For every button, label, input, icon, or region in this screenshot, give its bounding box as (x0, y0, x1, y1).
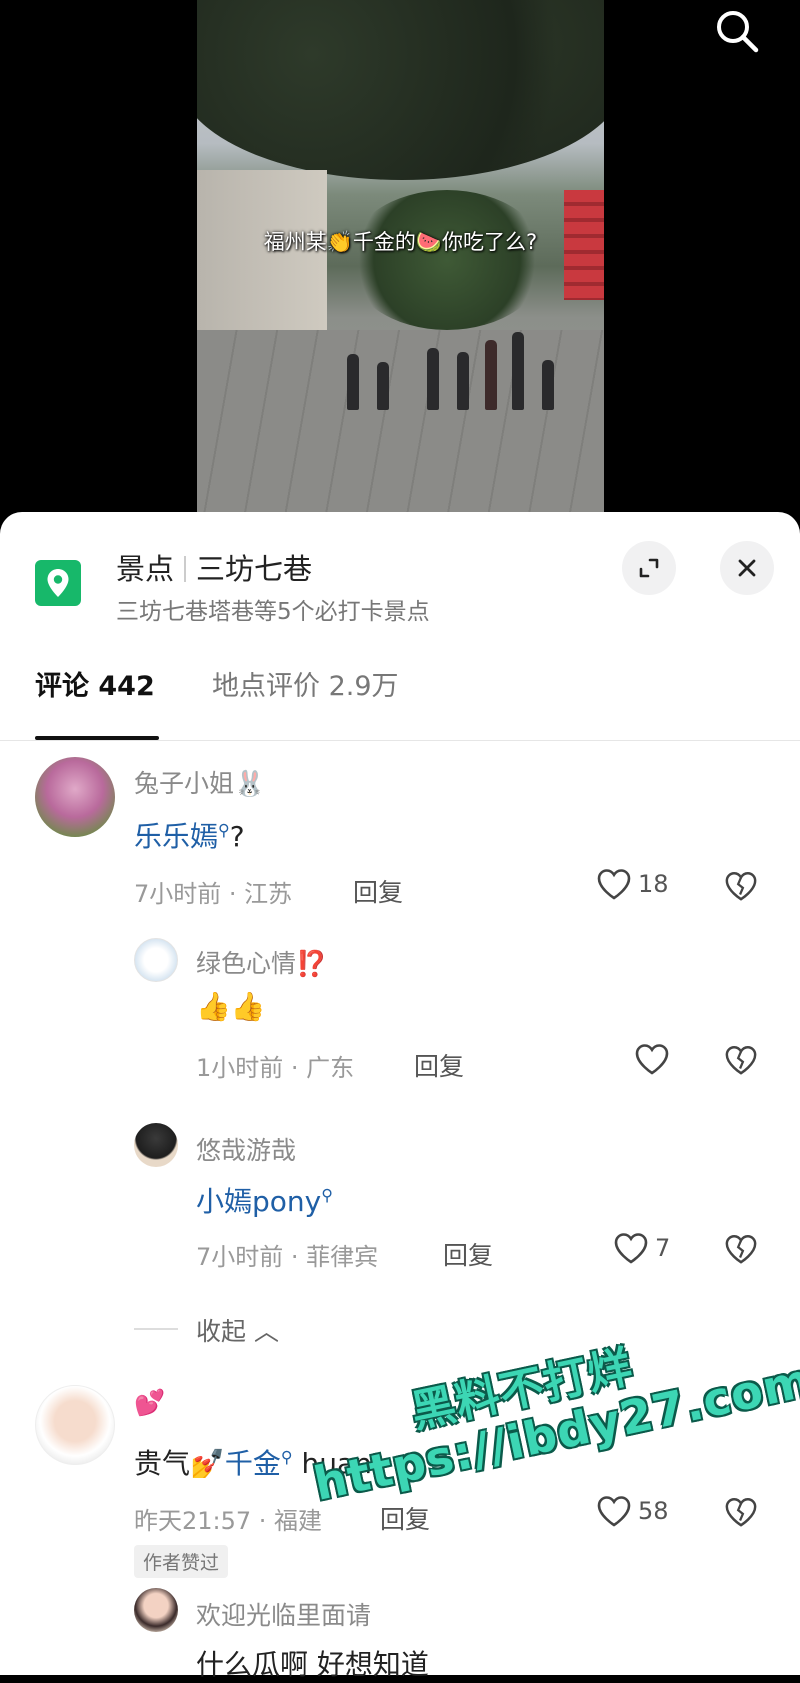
broken-heart-icon (725, 1498, 757, 1527)
comment-username[interactable]: 悠哉游哉 (196, 1131, 296, 1167)
expand-button[interactable] (622, 541, 676, 595)
title-divider (184, 556, 187, 582)
chevron-up-icon: ︿ (253, 1317, 279, 1346)
search-suggest-icon[interactable]: ⚲ (218, 821, 230, 840)
author-liked-badge: 作者赞过 (134, 1545, 229, 1578)
reply-button[interactable]: 回复 (414, 1047, 464, 1083)
dislike-button[interactable] (724, 1043, 758, 1077)
like-count: 58 (638, 1497, 669, 1525)
reply-button[interactable]: 回复 (380, 1500, 430, 1536)
comment-meta: 1小时前 · 广东 (196, 1054, 355, 1082)
place-name: 三坊七巷 (196, 552, 313, 586)
avatar[interactable] (134, 938, 178, 982)
video-frame[interactable]: 福州某👏千金的🍉你吃了么? (197, 0, 604, 512)
comment-meta: 7小时前 · 菲律宾 (196, 1243, 379, 1271)
broken-heart-icon (725, 872, 757, 901)
close-icon (738, 559, 756, 577)
heart-icon (597, 869, 631, 900)
video-caption: 福州某👏千金的🍉你吃了么? (263, 230, 538, 254)
comment-username[interactable]: 兔子小姐🐰 (134, 764, 265, 800)
comment-text: 小嫣pony⚲ (196, 1180, 333, 1220)
collapse-replies-button[interactable]: 收起 ︿ (196, 1312, 279, 1348)
broken-heart-icon (725, 1046, 757, 1075)
comment-link[interactable]: 乐乐嫣 (134, 820, 218, 853)
like-count: 7 (655, 1234, 671, 1262)
pedestrians (307, 300, 587, 410)
like-button[interactable]: 18 (596, 867, 669, 901)
comment-username[interactable]: 💕 (134, 1388, 165, 1418)
avatar[interactable] (35, 1385, 115, 1465)
comment-meta: 7小时前 · 江苏 (134, 880, 293, 908)
reply-button[interactable]: 回复 (443, 1236, 493, 1272)
place-subtitle[interactable]: 三坊七巷塔巷等5个必打卡景点 (116, 592, 430, 626)
close-button[interactable] (720, 541, 774, 595)
collapse-divider (134, 1328, 178, 1330)
search-suggest-icon[interactable]: ⚲ (281, 1448, 293, 1467)
dislike-button[interactable] (724, 1232, 758, 1266)
comment-text: 什么瓜啊 好想知道 (196, 1648, 429, 1681)
avatar[interactable] (35, 757, 115, 837)
comment-username[interactable]: 欢迎光临里面请 (196, 1596, 371, 1632)
tabs-divider (0, 740, 800, 741)
collapse-label: 收起 (196, 1317, 247, 1346)
heart-icon (597, 1496, 631, 1527)
like-count: 18 (638, 870, 669, 898)
reply-button[interactable]: 回复 (353, 873, 403, 909)
avatar[interactable] (134, 1123, 178, 1167)
search-icon[interactable] (712, 6, 762, 56)
video-player[interactable]: 福州某👏千金的🍉你吃了么? (0, 0, 800, 540)
place-category: 景点 (116, 552, 175, 586)
heart-icon (635, 1044, 669, 1075)
comment-text: 乐乐嫣⚲? (134, 815, 245, 855)
search-suggest-icon[interactable]: ⚲ (321, 1186, 333, 1205)
comment-meta: 昨天21:57 · 福建 (134, 1507, 323, 1535)
comment-prefix: 贵气💅 (134, 1447, 225, 1480)
location-pin-icon (35, 560, 81, 606)
broken-heart-icon (725, 1235, 757, 1264)
dislike-button[interactable] (724, 869, 758, 903)
like-button[interactable] (634, 1042, 670, 1076)
like-button[interactable]: 7 (613, 1231, 670, 1265)
comment-username[interactable]: 绿色心情⁉️ (196, 944, 327, 980)
dislike-button[interactable] (724, 1495, 758, 1529)
comment-text: 👍👍 (196, 990, 266, 1023)
place-title[interactable]: 景点 三坊七巷 (116, 546, 312, 588)
comment-suffix: ? (229, 820, 245, 853)
avatar[interactable] (134, 1588, 178, 1632)
tab-comments[interactable]: 评论 442 (35, 664, 155, 703)
tree-canopy (197, 0, 604, 180)
like-button[interactable]: 58 (596, 1494, 669, 1528)
expand-icon (639, 558, 659, 578)
comment-link[interactable]: 千金 (225, 1447, 281, 1480)
tab-place-reviews[interactable]: 地点评价 2.9万 (212, 664, 399, 703)
heart-icon (614, 1233, 648, 1264)
comment-link[interactable]: 小嫣pony (196, 1185, 321, 1218)
